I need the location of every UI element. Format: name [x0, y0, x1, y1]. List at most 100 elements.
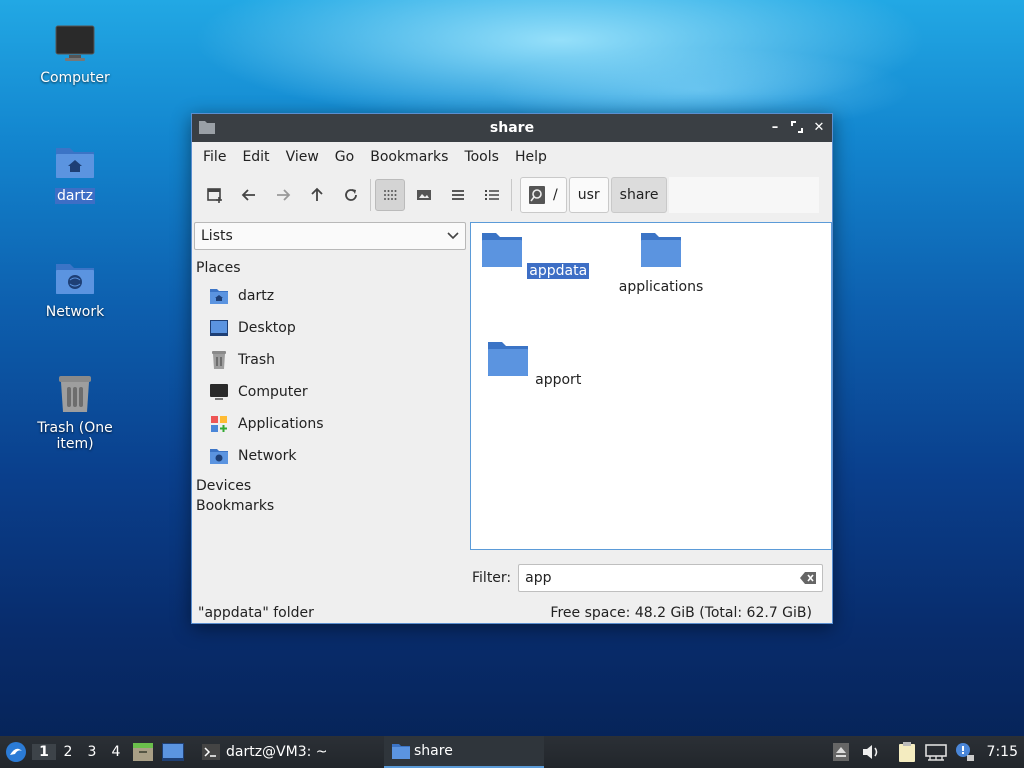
taskbar: 1 2 3 4 dartz@VM3: ~ share 7:15 — [0, 736, 1024, 768]
filter-input[interactable]: app — [518, 564, 824, 592]
new-tab-button[interactable] — [200, 179, 230, 211]
eject-icon[interactable] — [832, 743, 849, 761]
file-manager-window: share – ✕ File Edit View Go Bookmarks To… — [191, 113, 833, 624]
trash-icon — [212, 351, 226, 369]
quicklaunch-files[interactable] — [128, 736, 158, 768]
workspace-1[interactable]: 1 — [32, 744, 56, 760]
file-manager-icon — [133, 743, 153, 761]
task-file-manager[interactable]: share — [384, 736, 544, 768]
place-label: Desktop — [238, 320, 296, 336]
workspace-switcher: 1 2 3 4 — [32, 736, 128, 768]
menu-view[interactable]: View — [278, 149, 327, 165]
clock[interactable]: 7:15 — [987, 744, 1018, 760]
file-item[interactable]: appdata — [475, 231, 595, 279]
side-pane: Lists Places dartz Desktop Trash Compute… — [193, 220, 467, 600]
file-view[interactable]: appdata applications apport — [470, 222, 832, 550]
maximize-button[interactable] — [790, 121, 804, 135]
search-icon — [529, 186, 545, 204]
toolbar-separator — [370, 179, 371, 211]
compact-list-icon — [452, 190, 464, 200]
file-item[interactable]: applications — [601, 231, 721, 295]
menu-file[interactable]: File — [195, 149, 234, 165]
reload-button[interactable] — [336, 179, 366, 211]
close-button[interactable]: ✕ — [812, 121, 826, 135]
place-computer[interactable]: Computer — [193, 376, 467, 408]
side-pane-mode-value: Lists — [201, 228, 233, 244]
quicklaunch-desktop[interactable] — [158, 736, 188, 768]
file-item-label: apport — [535, 372, 582, 388]
clipboard-icon[interactable] — [897, 741, 917, 763]
menu-go[interactable]: Go — [327, 149, 362, 165]
computer-icon — [210, 384, 228, 400]
file-item-label: applications — [618, 279, 704, 295]
window-titlebar[interactable]: share – ✕ — [192, 114, 832, 142]
section-places[interactable]: Places — [193, 256, 467, 280]
side-pane-mode-select[interactable]: Lists — [194, 222, 466, 250]
menu-help[interactable]: Help — [507, 149, 555, 165]
filter-label: Filter: — [472, 570, 512, 586]
network-folder-icon — [53, 256, 97, 300]
home-folder-icon — [210, 289, 228, 304]
grid-icon — [384, 190, 397, 200]
forward-button[interactable] — [268, 179, 298, 211]
icon-view-button[interactable] — [375, 179, 405, 211]
start-menu-button[interactable] — [0, 736, 32, 768]
reload-icon — [345, 189, 357, 201]
desktop-icon-network[interactable]: Network — [15, 256, 135, 320]
desktop-icon-label: Trash (One item) — [37, 420, 113, 452]
section-devices[interactable]: Devices — [193, 472, 467, 496]
desktop-icon-home[interactable]: dartz — [15, 140, 135, 204]
place-label: Trash — [238, 352, 275, 368]
workspace-4[interactable]: 4 — [104, 744, 128, 760]
path-usr-button[interactable]: usr — [568, 177, 609, 213]
network-connection-icon[interactable] — [924, 743, 947, 761]
place-network[interactable]: Network — [193, 440, 467, 472]
desktop-icon-trash[interactable]: Trash (One item) — [15, 372, 135, 452]
toolbar: / usr share — [192, 172, 832, 218]
trash-icon — [53, 372, 97, 416]
place-dartz[interactable]: dartz — [193, 280, 467, 312]
menubar: File Edit View Go Bookmarks Tools Help — [192, 142, 832, 172]
workspace-3[interactable]: 3 — [80, 744, 104, 760]
folder-icon — [392, 744, 410, 759]
arrow-right-icon — [277, 189, 291, 201]
path-root-button[interactable]: / — [520, 177, 567, 213]
place-label: Applications — [238, 416, 324, 432]
filter-value: app — [525, 570, 552, 586]
compact-view-button[interactable] — [443, 179, 473, 211]
desktop-icon — [210, 320, 228, 336]
task-label: share — [414, 743, 453, 759]
task-terminal[interactable]: dartz@VM3: ~ — [194, 736, 384, 768]
status-selection: "appdata" folder — [198, 605, 314, 621]
place-applications[interactable]: Applications — [193, 408, 467, 440]
new-tab-icon — [207, 188, 222, 203]
file-item-label: appdata — [527, 263, 590, 279]
task-label: dartz@VM3: ~ — [226, 744, 328, 760]
place-label: dartz — [238, 288, 275, 304]
minimize-button[interactable]: – — [768, 121, 782, 135]
detailed-list-view-button[interactable] — [477, 179, 507, 211]
desktop-icon-computer[interactable]: Computer — [15, 22, 135, 86]
folder-icon — [481, 233, 522, 267]
section-bookmarks[interactable]: Bookmarks — [193, 496, 467, 518]
file-item[interactable]: apport — [475, 340, 595, 388]
workspace-2[interactable]: 2 — [56, 744, 80, 760]
place-desktop[interactable]: Desktop — [193, 312, 467, 344]
menu-edit[interactable]: Edit — [234, 149, 277, 165]
thumbnail-view-button[interactable] — [409, 179, 439, 211]
menu-tools[interactable]: Tools — [456, 149, 507, 165]
notification-icon[interactable] — [955, 742, 975, 762]
place-trash[interactable]: Trash — [193, 344, 467, 376]
detailed-list-icon — [485, 190, 499, 200]
path-share-button[interactable]: share — [610, 177, 668, 213]
menu-bookmarks[interactable]: Bookmarks — [362, 149, 456, 165]
desktop-icon-label: dartz — [54, 188, 96, 204]
volume-icon[interactable] — [861, 743, 881, 761]
arrow-up-icon — [311, 187, 323, 201]
chevron-down-icon — [447, 232, 459, 240]
system-tray: 7:15 — [832, 736, 1024, 768]
clear-text-icon[interactable] — [800, 572, 817, 584]
toolbar-separator — [511, 179, 512, 211]
up-button[interactable] — [302, 179, 332, 211]
back-button[interactable] — [234, 179, 264, 211]
